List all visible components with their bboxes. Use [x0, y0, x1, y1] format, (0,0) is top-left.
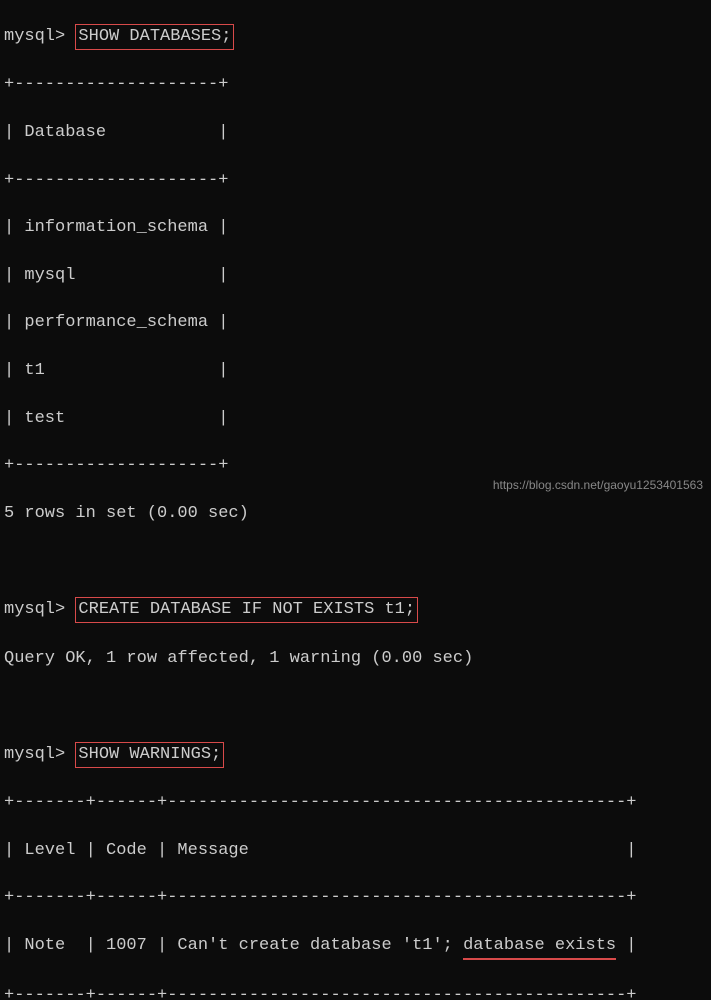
cmd-line-1: mysql> SHOW DATABASES;: [4, 24, 707, 50]
table-row: | t1 |: [4, 359, 707, 383]
table-row: | test |: [4, 407, 707, 431]
row-suffix: |: [616, 936, 636, 955]
table-border: +--------------------+: [4, 454, 707, 478]
cmd-line-3: mysql> SHOW WARNINGS;: [4, 742, 707, 768]
table-border: +--------------------+: [4, 73, 707, 97]
table-row: | mysql |: [4, 264, 707, 288]
highlighted-command-2: CREATE DATABASE IF NOT EXISTS t1;: [75, 597, 418, 623]
table-row: | Note | 1007 | Can't create database 't…: [4, 934, 707, 960]
table-border: +-------+------+------------------------…: [4, 886, 707, 910]
terminal-output: mysql> SHOW DATABASES; +----------------…: [0, 0, 711, 1000]
result-summary: 5 rows in set (0.00 sec): [4, 502, 707, 526]
mysql-prompt: mysql>: [4, 745, 65, 764]
watermark-text: https://blog.csdn.net/gaoyu1253401563: [493, 477, 703, 494]
blank-line: [4, 694, 707, 718]
highlighted-text: database exists: [463, 934, 616, 960]
table-row: | information_schema |: [4, 216, 707, 240]
cmd-line-2: mysql> CREATE DATABASE IF NOT EXISTS t1;: [4, 597, 707, 623]
highlighted-command-1: SHOW DATABASES;: [75, 24, 234, 50]
mysql-prompt: mysql>: [4, 600, 65, 619]
highlighted-command-3: SHOW WARNINGS;: [75, 742, 224, 768]
table-header: | Level | Code | Message |: [4, 839, 707, 863]
table-border: +-------+------+------------------------…: [4, 791, 707, 815]
table-row: | performance_schema |: [4, 311, 707, 335]
result-summary: Query OK, 1 row affected, 1 warning (0.0…: [4, 647, 707, 671]
table-header: | Database |: [4, 121, 707, 145]
row-prefix: | Note | 1007 | Can't create database 't…: [4, 936, 463, 955]
mysql-prompt: mysql>: [4, 27, 65, 46]
blank-line: [4, 549, 707, 573]
table-border: +-------+------+------------------------…: [4, 984, 707, 1000]
table-border: +--------------------+: [4, 169, 707, 193]
